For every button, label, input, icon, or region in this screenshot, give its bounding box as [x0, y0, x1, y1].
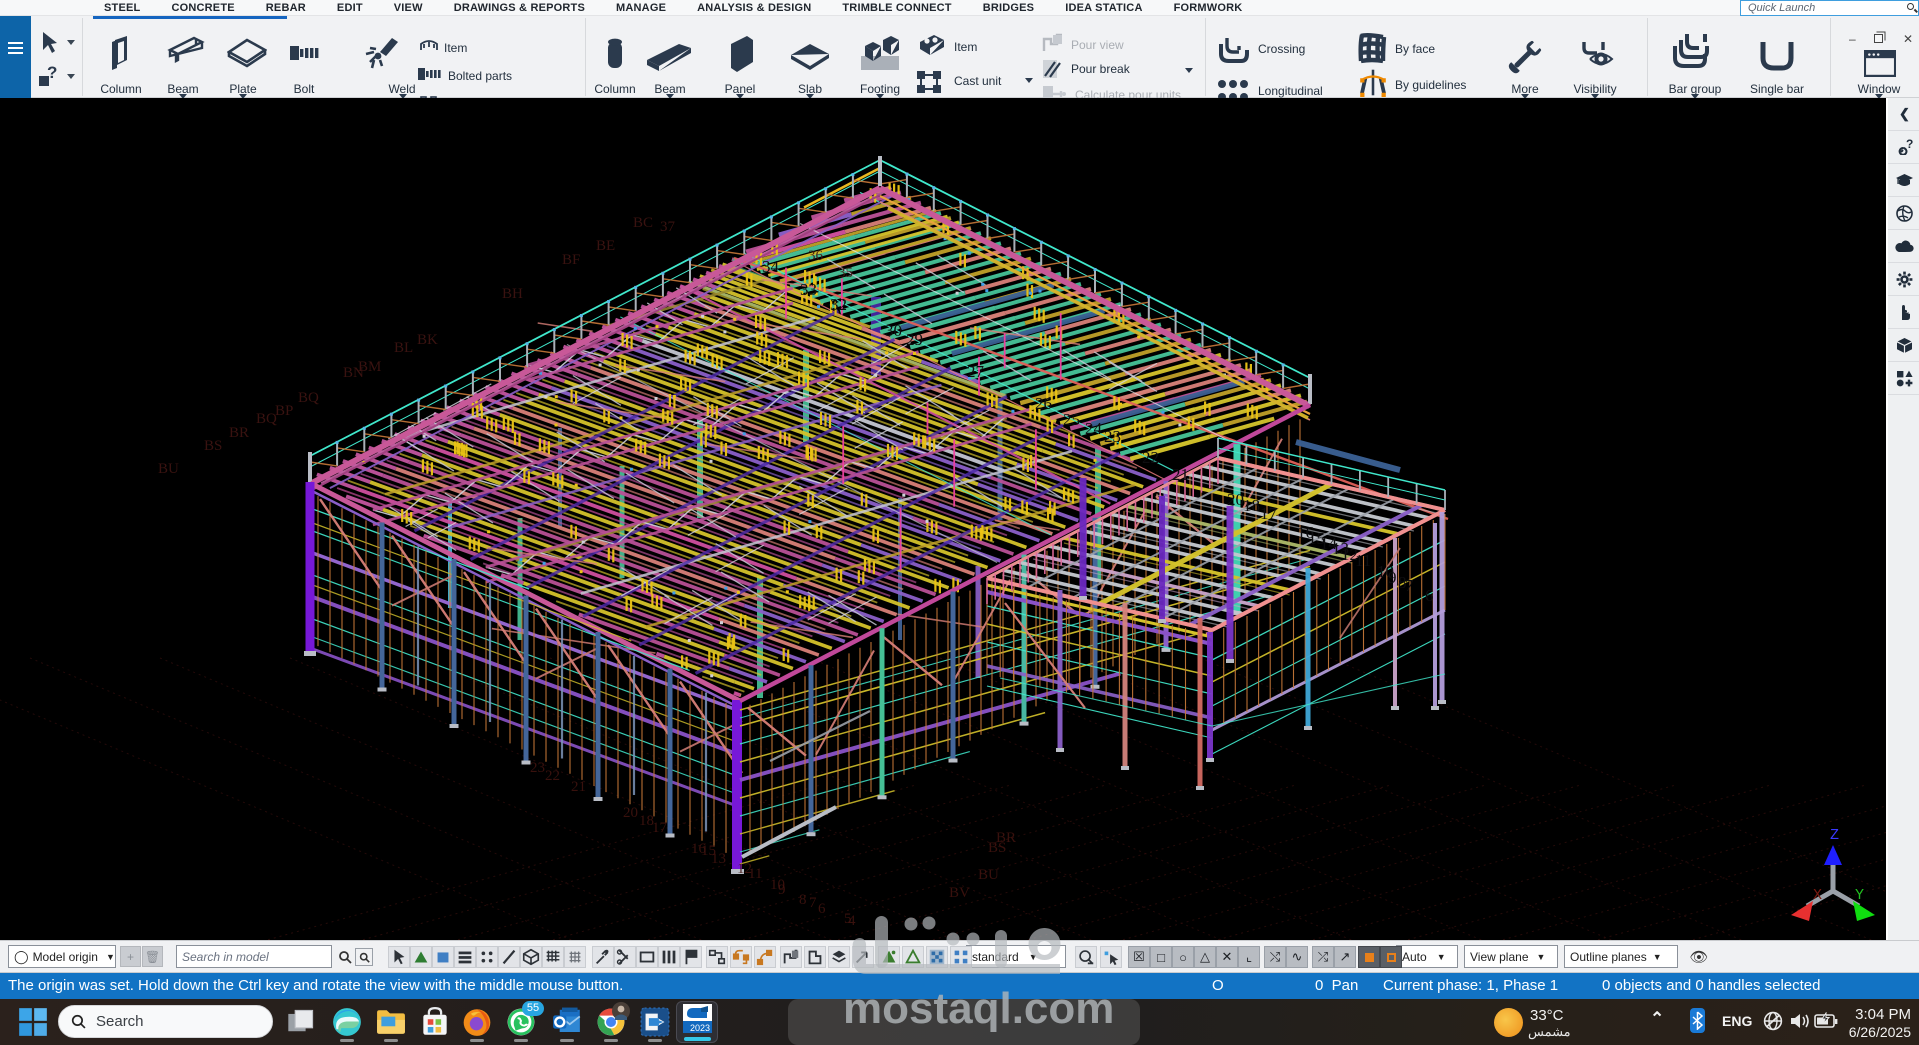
- svg-text:22: 22: [1142, 448, 1159, 467]
- svg-text:20: 20: [1227, 490, 1244, 509]
- svg-text:2023: 2023: [690, 1023, 710, 1033]
- svg-text:BU: BU: [978, 867, 999, 883]
- svg-text:BE: BE: [596, 238, 615, 254]
- svg-text:11: 11: [1355, 551, 1371, 570]
- svg-text:Z: Z: [1830, 827, 1839, 844]
- svg-text:BQ: BQ: [256, 411, 277, 427]
- svg-text:X: X: [1813, 887, 1822, 904]
- svg-text:7: 7: [809, 895, 817, 911]
- svg-text:35: 35: [838, 265, 853, 281]
- svg-text:BS: BS: [204, 438, 222, 454]
- svg-text:7: 7: [1405, 576, 1414, 595]
- svg-text:21: 21: [1172, 465, 1189, 484]
- svg-text:9: 9: [778, 882, 786, 898]
- svg-text:BR: BR: [996, 830, 1016, 846]
- svg-text:26: 26: [1035, 394, 1052, 413]
- svg-text:BK: BK: [417, 332, 438, 348]
- svg-text:BC: BC: [633, 215, 653, 231]
- svg-text:17: 17: [652, 820, 668, 836]
- svg-text:4: 4: [848, 913, 856, 929]
- svg-text:9: 9: [1388, 568, 1397, 587]
- svg-text:8: 8: [799, 892, 807, 908]
- svg-text:13: 13: [711, 851, 726, 867]
- svg-text:32: 32: [830, 295, 847, 314]
- svg-text:37: 37: [660, 219, 676, 235]
- svg-text:22: 22: [545, 768, 560, 784]
- svg-text:?: ?: [1906, 139, 1913, 151]
- svg-text:27: 27: [967, 362, 985, 381]
- svg-text:23: 23: [1104, 427, 1121, 446]
- svg-text:6: 6: [1425, 586, 1434, 605]
- svg-text:24: 24: [1085, 419, 1103, 438]
- svg-text:BF: BF: [562, 252, 580, 268]
- svg-text:BL: BL: [394, 340, 413, 356]
- svg-text:30: 30: [885, 321, 902, 340]
- svg-text:BP: BP: [275, 403, 293, 419]
- svg-text:6: 6: [818, 901, 826, 917]
- svg-text:20: 20: [623, 805, 638, 821]
- svg-text:Y: Y: [1855, 887, 1864, 904]
- svg-text:23: 23: [530, 760, 545, 776]
- svg-text:33: 33: [800, 280, 817, 299]
- svg-text:34: 34: [762, 257, 780, 276]
- svg-text:29: 29: [906, 330, 923, 349]
- svg-text:?: ?: [47, 64, 57, 82]
- svg-text:BU: BU: [158, 461, 179, 477]
- svg-text:25: 25: [1063, 410, 1080, 429]
- svg-text:21: 21: [571, 779, 586, 795]
- svg-text:BV: BV: [949, 885, 970, 901]
- svg-text:18: 18: [1243, 496, 1260, 515]
- svg-text:36: 36: [808, 248, 824, 264]
- svg-text:17: 17: [1260, 504, 1278, 523]
- svg-text:BH: BH: [502, 286, 523, 302]
- svg-text:BR: BR: [229, 425, 249, 441]
- svg-text:BN: BN: [343, 365, 364, 381]
- svg-text:11: 11: [748, 866, 762, 882]
- svg-text:BQ: BQ: [298, 390, 319, 406]
